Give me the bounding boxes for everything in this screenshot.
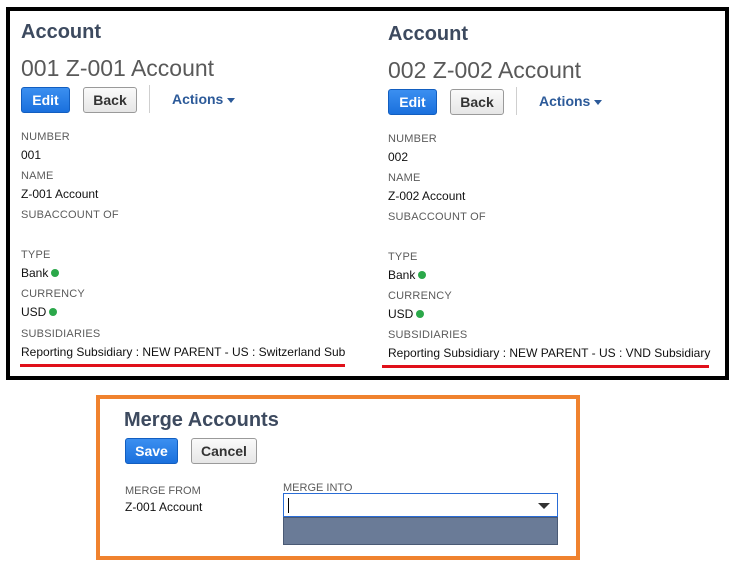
currency-value-row: USD bbox=[388, 307, 425, 321]
currency-value-row: USD bbox=[21, 305, 58, 319]
merge-from-label: MERGE FROM bbox=[125, 485, 201, 497]
merge-into-dropdown-list[interactable] bbox=[283, 517, 558, 545]
merge-into-select[interactable] bbox=[283, 493, 558, 517]
merge-button-row: Save Cancel bbox=[125, 438, 325, 464]
highlight-underline bbox=[382, 365, 709, 368]
account-comparison-frame: Account 001 Z-001 Account Edit Back Acti… bbox=[6, 7, 729, 380]
subaccount-label: SUBACCOUNT OF bbox=[388, 211, 486, 223]
number-value: 001 bbox=[21, 148, 42, 162]
button-row: Edit Back Actions bbox=[388, 87, 708, 115]
caret-down-icon bbox=[594, 99, 603, 105]
record-title: 002 Z-002 Account bbox=[388, 57, 582, 83]
record-title: 001 Z-001 Account bbox=[21, 55, 215, 81]
type-value-row: Bank bbox=[21, 266, 60, 280]
number-label: NUMBER bbox=[21, 131, 70, 143]
merge-title: Merge Accounts bbox=[124, 409, 279, 431]
currency-value: USD bbox=[388, 307, 414, 321]
subsidiaries-label: SUBSIDIARIES bbox=[21, 328, 101, 340]
highlight-underline bbox=[20, 364, 345, 367]
name-value: Z-002 Account bbox=[388, 189, 466, 203]
actions-label: Actions bbox=[172, 91, 224, 107]
edit-button[interactable]: Edit bbox=[21, 87, 70, 113]
name-label: NAME bbox=[21, 170, 54, 182]
status-dot-icon bbox=[49, 307, 58, 316]
button-row: Edit Back Actions bbox=[21, 85, 341, 113]
merge-accounts-dialog: Merge Accounts Save Cancel MERGE FROM Z-… bbox=[96, 395, 580, 560]
actions-label: Actions bbox=[539, 93, 591, 109]
currency-label: CURRENCY bbox=[388, 290, 452, 302]
status-dot-icon bbox=[418, 270, 427, 279]
button-divider bbox=[516, 87, 517, 115]
subsidiaries-value: Reporting Subsidiary : NEW PARENT - US :… bbox=[388, 346, 711, 360]
chevron-down-icon[interactable] bbox=[538, 503, 550, 509]
actions-menu[interactable]: Actions bbox=[539, 93, 603, 109]
status-dot-icon bbox=[416, 309, 425, 318]
account-panel-002: Account 002 Z-002 Account Edit Back Acti… bbox=[382, 11, 718, 376]
text-cursor bbox=[288, 498, 289, 513]
subsidiaries-value: Reporting Subsidiary : NEW PARENT - US :… bbox=[21, 345, 346, 359]
page-heading: Account bbox=[388, 23, 468, 45]
button-divider bbox=[149, 85, 150, 113]
subsidiaries-label: SUBSIDIARIES bbox=[388, 329, 468, 341]
page-heading: Account bbox=[21, 21, 101, 43]
caret-down-icon bbox=[227, 97, 236, 103]
number-value: 002 bbox=[388, 150, 409, 164]
back-button[interactable]: Back bbox=[83, 87, 137, 113]
status-dot-icon bbox=[51, 268, 60, 277]
name-value: Z-001 Account bbox=[21, 187, 99, 201]
type-label: TYPE bbox=[388, 251, 418, 263]
edit-button[interactable]: Edit bbox=[388, 89, 437, 115]
number-label: NUMBER bbox=[388, 133, 437, 145]
merge-from-value: Z-001 Account bbox=[125, 500, 203, 514]
type-value: Bank bbox=[388, 268, 416, 282]
cancel-button[interactable]: Cancel bbox=[191, 438, 257, 464]
currency-label: CURRENCY bbox=[21, 288, 85, 300]
type-value-row: Bank bbox=[388, 268, 427, 282]
currency-value: USD bbox=[21, 305, 47, 319]
back-button[interactable]: Back bbox=[450, 89, 504, 115]
actions-menu[interactable]: Actions bbox=[172, 91, 236, 107]
subaccount-label: SUBACCOUNT OF bbox=[21, 209, 119, 221]
name-label: NAME bbox=[388, 172, 421, 184]
type-label: TYPE bbox=[21, 249, 51, 261]
save-button[interactable]: Save bbox=[125, 438, 178, 464]
type-value: Bank bbox=[21, 266, 49, 280]
account-panel-001: Account 001 Z-001 Account Edit Back Acti… bbox=[20, 11, 351, 376]
